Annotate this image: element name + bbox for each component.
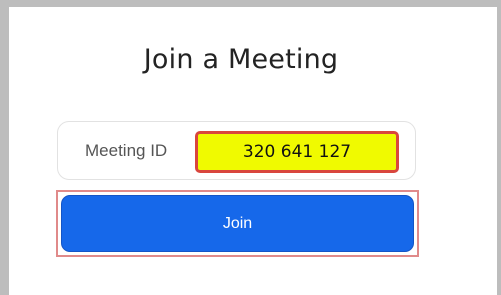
meeting-id-input[interactable]: 320 641 127: [195, 131, 399, 173]
meeting-id-label: Meeting ID: [85, 141, 168, 160]
dialog-title: Join a Meeting: [143, 44, 339, 75]
join-button[interactable]: Join: [61, 195, 414, 252]
join-meeting-window: Join a Meeting Meeting ID 320 641 127 Jo…: [0, 0, 501, 295]
meeting-id-field[interactable]: Meeting ID 320 641 127: [57, 121, 416, 180]
